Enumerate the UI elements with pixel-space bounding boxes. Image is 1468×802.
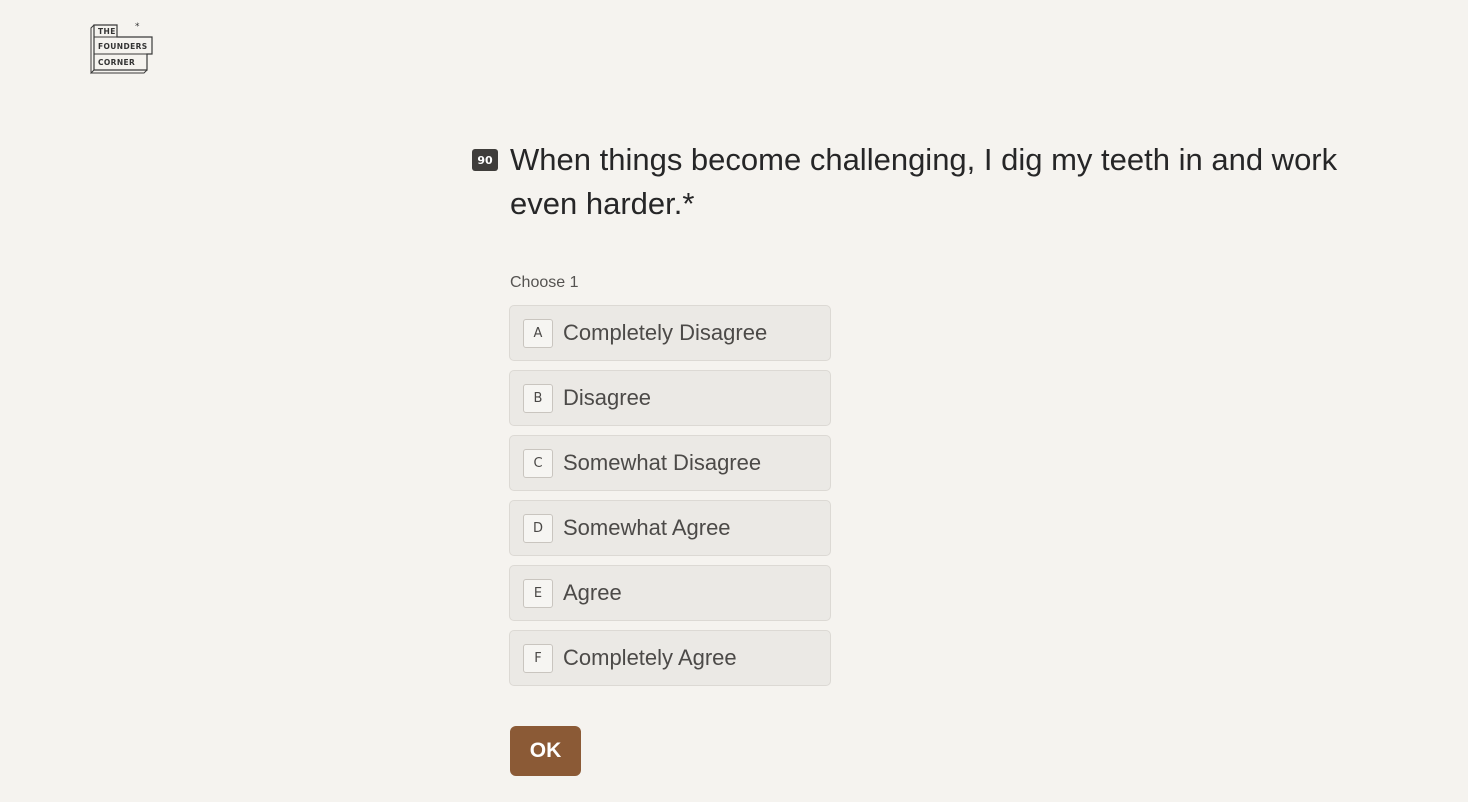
option-label: Completely Disagree [563,320,768,345]
option-label: Somewhat Agree [563,515,731,540]
option-agree[interactable]: E Agree [509,565,831,621]
logo-line-1: THE [98,27,116,36]
founders-corner-logo: THE FOUNDERS CORNER * [90,22,160,76]
option-label: Somewhat Disagree [563,450,762,475]
logo-line-2: FOUNDERS [98,42,148,51]
option-completely-agree[interactable]: F Completely Agree [509,630,831,686]
option-key: E [523,578,553,608]
option-disagree[interactable]: B Disagree [509,370,831,426]
option-label: Disagree [563,385,652,410]
options-list: A Completely Disagree B Disagree C Somew… [509,305,831,686]
logo-mark: * [135,22,140,32]
option-completely-disagree[interactable]: A Completely Disagree [509,305,831,361]
option-somewhat-agree[interactable]: D Somewhat Agree [509,500,831,556]
ok-button[interactable]: OK [510,726,581,776]
option-key: C [523,448,553,478]
option-key: D [523,513,553,543]
question-number-badge: 90 [472,149,498,171]
option-label: Agree [563,580,622,605]
option-key: F [523,643,553,673]
option-somewhat-disagree[interactable]: C Somewhat Disagree [509,435,831,491]
logo-line-3: CORNER [98,58,135,67]
question-title: When things become challenging, I dig my… [510,142,1338,221]
option-key: B [523,383,553,413]
choose-hint: Choose 1 [510,274,579,291]
option-label: Completely Agree [563,645,737,670]
option-key: A [523,318,553,348]
